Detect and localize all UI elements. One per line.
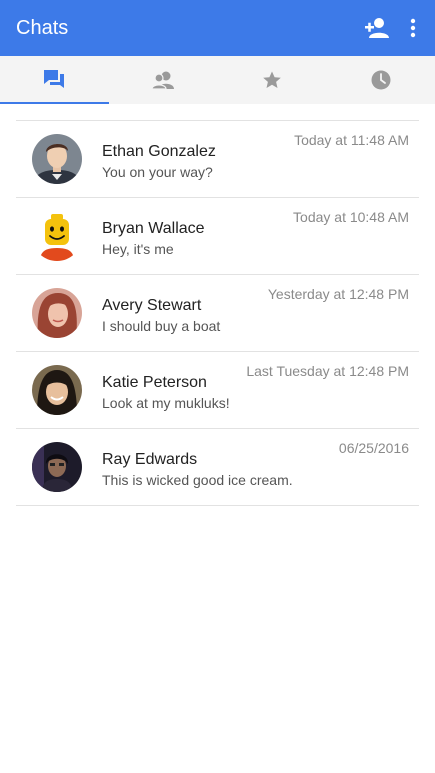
tab-bar	[0, 56, 435, 104]
contact-name: Ethan Gonzalez	[102, 143, 216, 160]
tab-contacts[interactable]	[109, 56, 218, 104]
app-title: Chats	[16, 17, 69, 39]
contact-name: Bryan Wallace	[102, 220, 205, 237]
tab-favorites[interactable]	[218, 56, 327, 104]
more-vert-icon	[410, 18, 416, 38]
avatar	[32, 442, 82, 492]
avatar	[32, 134, 82, 184]
chat-row-avery[interactable]: Avery Stewart I should buy a boat Yester…	[16, 274, 419, 351]
timestamp: Today at 11:48 AM	[294, 132, 409, 148]
chat-row-ray[interactable]: Ray Edwards This is wicked good ice crea…	[16, 428, 419, 506]
avatar	[32, 288, 82, 338]
chat-list: Ethan Gonzalez You on your way? Today at…	[16, 120, 419, 506]
last-message: Look at my mukluks!	[102, 395, 230, 411]
tab-recent[interactable]	[326, 56, 435, 104]
last-message: You on your way?	[102, 164, 213, 180]
chat-row-ethan[interactable]: Ethan Gonzalez You on your way? Today at…	[16, 120, 419, 197]
last-message: I should buy a boat	[102, 318, 221, 334]
last-message: This is wicked good ice cream.	[102, 472, 293, 488]
timestamp: Today at 10:48 AM	[293, 209, 409, 225]
chat-bubbles-icon	[44, 70, 65, 88]
add-person-button[interactable]	[363, 14, 391, 42]
tab-chats[interactable]	[0, 56, 109, 104]
add-person-icon	[365, 18, 389, 38]
more-options-button[interactable]	[399, 14, 427, 42]
avatar	[32, 365, 82, 415]
app-bar: Chats	[0, 0, 435, 56]
contacts-icon	[151, 71, 175, 90]
timestamp: Last Tuesday at 12:48 PM	[246, 363, 409, 379]
contact-name: Avery Stewart	[102, 297, 202, 314]
last-message: Hey, it's me	[102, 241, 174, 257]
timestamp: Yesterday at 12:48 PM	[267, 286, 409, 302]
star-icon	[263, 71, 281, 88]
contact-name: Ray Edwards	[102, 451, 198, 468]
timestamp: 06/25/2016	[338, 440, 409, 456]
chat-row-katie[interactable]: Katie Peterson Look at my mukluks! Last …	[16, 351, 419, 428]
contact-name: Katie Peterson	[102, 374, 207, 391]
clock-icon	[371, 70, 391, 90]
chat-row-bryan[interactable]: Bryan Wallace Hey, it's me Today at 10:4…	[16, 197, 419, 274]
avatar	[32, 211, 82, 261]
